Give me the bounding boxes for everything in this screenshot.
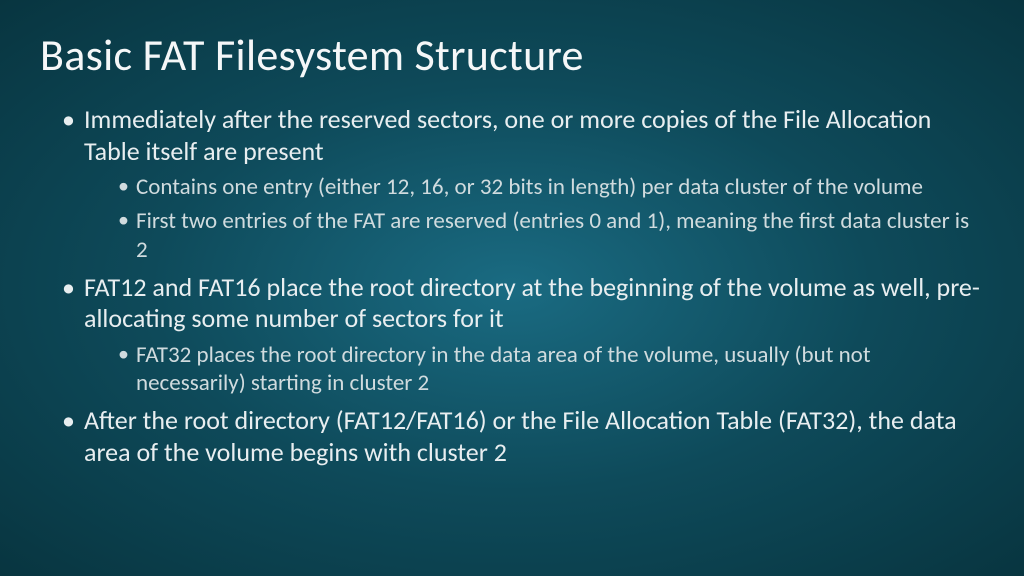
list-item: FAT32 places the root directory in the d… <box>122 341 984 397</box>
list-item: First two entries of the FAT are reserve… <box>122 207 984 263</box>
sub-bullet-list: Contains one entry (either 12, 16, or 32… <box>84 173 984 263</box>
bullet-text: FAT12 and FAT16 place the root directory… <box>84 271 980 335</box>
bullet-text: Immediately after the reserved sectors, … <box>84 103 931 167</box>
bullet-text: After the root directory (FAT12/FAT16) o… <box>84 404 957 468</box>
list-item: Immediately after the reserved sectors, … <box>68 104 984 264</box>
slide: Basic FAT Filesystem Structure Immediate… <box>0 0 1024 576</box>
list-item: FAT12 and FAT16 place the root directory… <box>68 272 984 398</box>
bullet-text: FAT32 places the root directory in the d… <box>136 341 871 397</box>
sub-bullet-list: FAT32 places the root directory in the d… <box>84 341 984 397</box>
slide-title: Basic FAT Filesystem Structure <box>40 28 984 82</box>
bullet-text: Contains one entry (either 12, 16, or 32… <box>136 173 923 201</box>
bullet-text: First two entries of the FAT are reserve… <box>136 207 969 263</box>
bullet-list: Immediately after the reserved sectors, … <box>40 104 984 469</box>
list-item: Contains one entry (either 12, 16, or 32… <box>122 173 984 201</box>
list-item: After the root directory (FAT12/FAT16) o… <box>68 405 984 468</box>
